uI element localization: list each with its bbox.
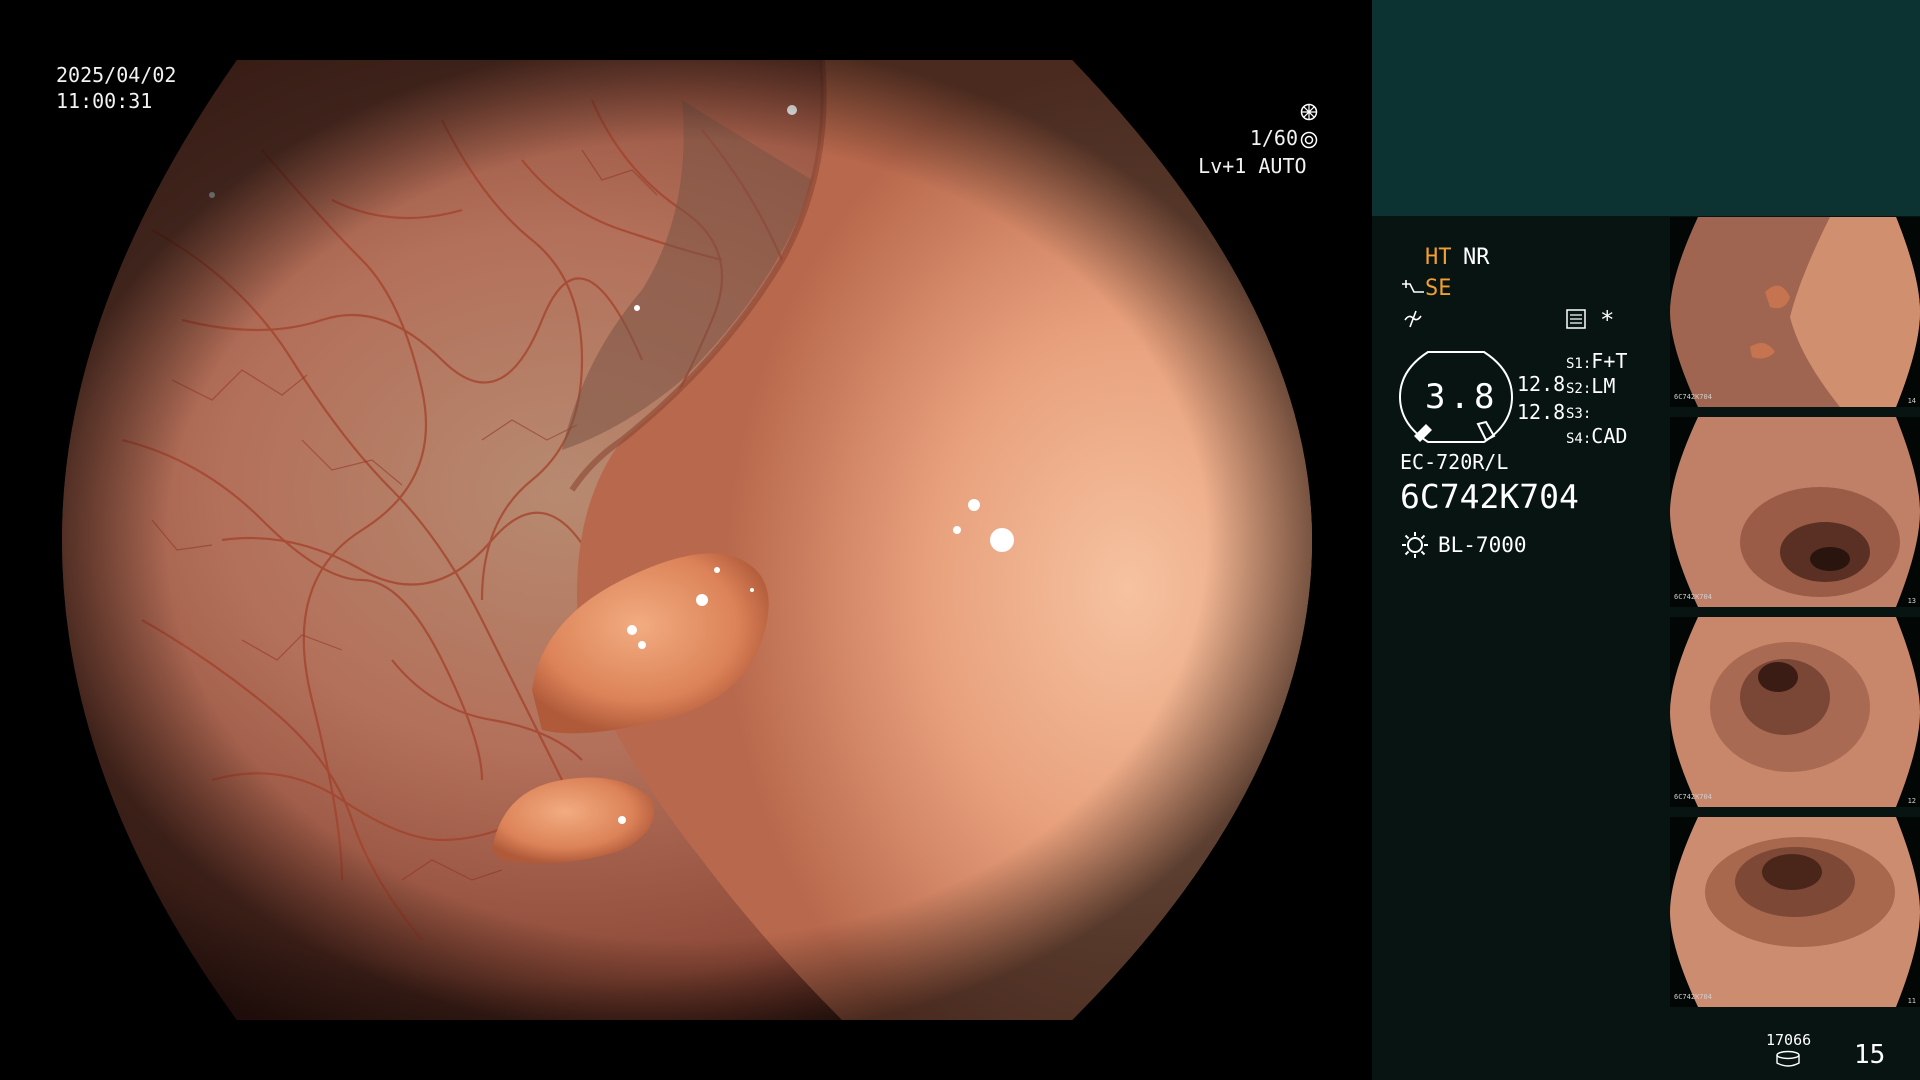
- nr-indicator: NR: [1463, 245, 1490, 270]
- light-source-model: BL-7000: [1438, 533, 1527, 557]
- thumbnail-serial: 6C742K704: [1674, 393, 1712, 401]
- level-value: Lv+1: [1198, 154, 1247, 178]
- scope-serial: 6C742K704: [1400, 477, 1579, 516]
- ratio-1: 12.8: [1517, 372, 1566, 396]
- thumbnail-1[interactable]: 6C742K704 14: [1670, 217, 1920, 407]
- iris-icon: [1300, 131, 1318, 149]
- switch-2: S2:LM: [1566, 375, 1615, 400]
- thumbnail-serial: 6C742K704: [1674, 793, 1712, 801]
- zoom-value: 3.8: [1425, 377, 1499, 417]
- asterisk-icon: *: [1600, 306, 1615, 334]
- scope-tip-icon: [1402, 280, 1424, 293]
- s2-value: LM: [1591, 374, 1616, 398]
- thumbnail-serial: 6C742K704: [1674, 593, 1712, 601]
- thumbnail-4[interactable]: 6C742K704 11: [1670, 817, 1920, 1007]
- endoscope-live-view: 2025/04/02 11:00:31 1/60 Lv+1 AUTO: [0, 0, 1372, 1080]
- panel-header-area: [1372, 0, 1920, 216]
- no-signal-icon: [1404, 310, 1422, 328]
- database-icon: [1776, 1050, 1800, 1067]
- page-number: 15: [1854, 1040, 1886, 1070]
- capture-time: 11:00:31: [56, 89, 153, 113]
- thumbnail-3[interactable]: 6C742K704 12: [1670, 617, 1920, 807]
- s4-value: CAD: [1591, 424, 1628, 448]
- exposure-mode: Lv+1 AUTO: [1150, 127, 1306, 205]
- settings-list-icon: [1566, 309, 1586, 329]
- ht-indicator: HT: [1425, 245, 1452, 270]
- thumbnail-number: 11: [1907, 997, 1916, 1005]
- capture-date: 2025/04/02: [56, 63, 177, 87]
- thumbnail-image: [1670, 217, 1920, 407]
- thumbnail-2[interactable]: 6C742K704 13: [1670, 417, 1920, 607]
- se-indicator: SE: [1425, 276, 1452, 301]
- switch-3: S3:: [1566, 400, 1591, 425]
- record-count: 17066: [1766, 1031, 1812, 1049]
- scope-model: EC-720R/L: [1400, 450, 1509, 474]
- aperture-icon: [1300, 103, 1318, 121]
- s4-key: S4:: [1566, 431, 1592, 447]
- thumbnail-image: [1670, 417, 1920, 607]
- thumbnail-number: 14: [1907, 397, 1916, 405]
- s2-key: S2:: [1566, 381, 1592, 397]
- ratio-2: 12.8: [1517, 400, 1566, 424]
- switch-1: S1:F+T: [1566, 350, 1627, 375]
- endoscopic-image: [62, 60, 1312, 1020]
- thumbnail-number: 13: [1907, 597, 1916, 605]
- switch-4: S4:CAD: [1566, 425, 1627, 450]
- thumbnail-number: 12: [1907, 797, 1916, 805]
- light-source-icon: [1402, 532, 1428, 558]
- s1-key: S1:: [1566, 356, 1592, 372]
- thumbnail-image: [1670, 817, 1920, 1007]
- s1-value: F+T: [1591, 349, 1628, 373]
- thumbnail-image: [1670, 617, 1920, 807]
- s3-key: S3:: [1566, 406, 1592, 422]
- mode-value: AUTO: [1258, 154, 1307, 178]
- thumbnail-serial: 6C742K704: [1674, 993, 1712, 1001]
